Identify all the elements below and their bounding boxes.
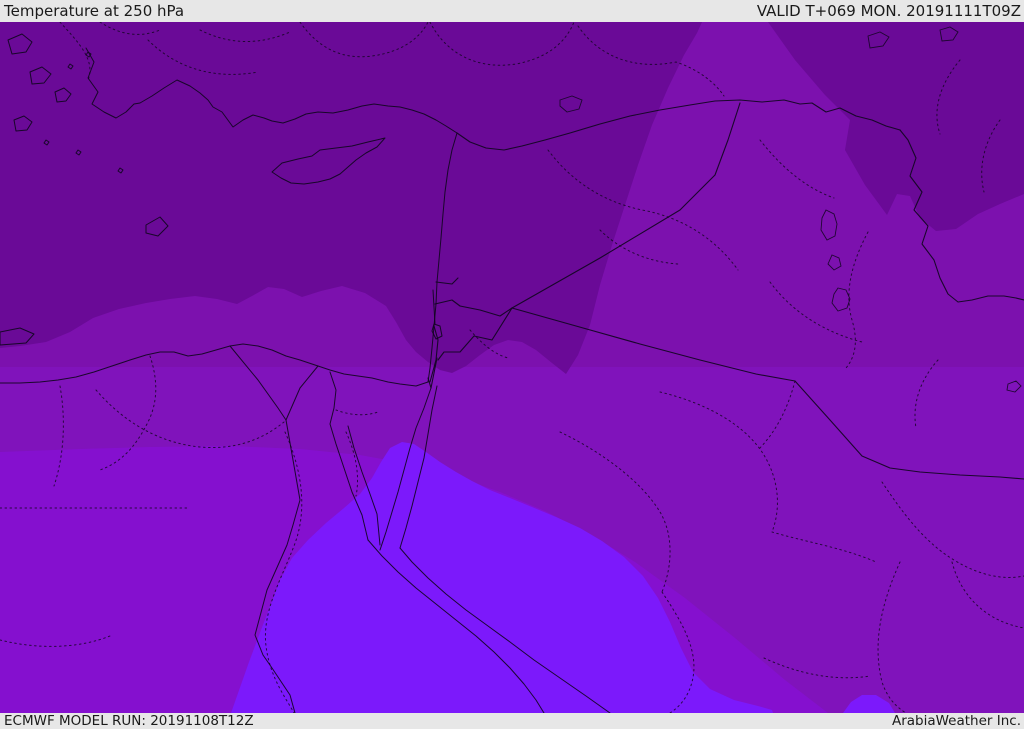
temperature-bands <box>0 22 1024 713</box>
model-run-label: ECMWF MODEL RUN: 20191108T12Z <box>4 713 254 729</box>
temperature-map <box>0 22 1024 713</box>
weather-map-window: Temperature at 250 hPa VALID T+069 MON. … <box>0 0 1024 729</box>
map-canvas <box>0 22 1024 713</box>
header-bar: Temperature at 250 hPa VALID T+069 MON. … <box>0 0 1024 22</box>
credit-label: ArabiaWeather Inc. <box>892 713 1021 729</box>
valid-time-label: VALID T+069 MON. 20191111T09Z <box>757 0 1021 22</box>
page-title: Temperature at 250 hPa <box>4 0 184 22</box>
footer-bar: ECMWF MODEL RUN: 20191108T12Z ArabiaWeat… <box>0 713 1024 729</box>
